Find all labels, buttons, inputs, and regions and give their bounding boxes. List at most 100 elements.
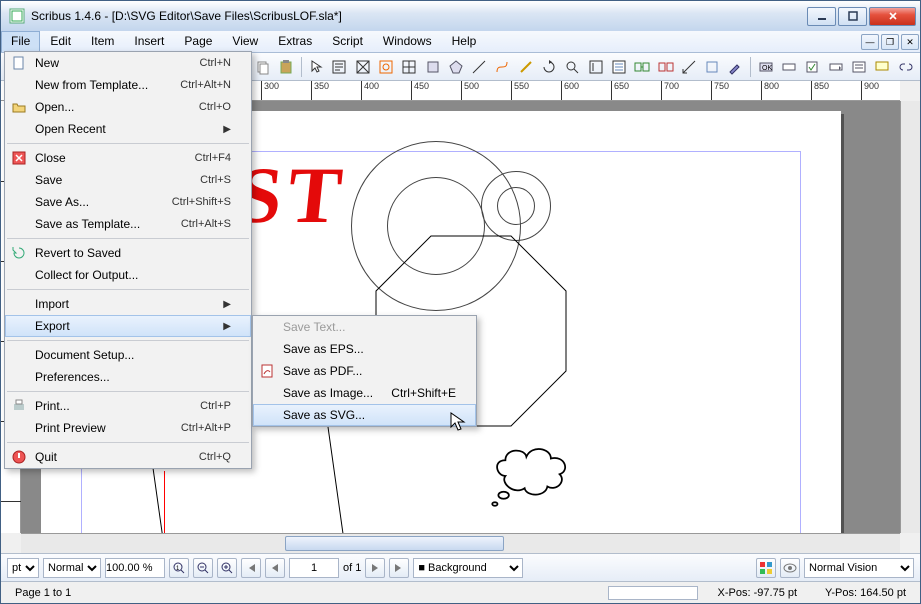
unlink-frames-icon[interactable]	[655, 56, 676, 78]
menu-item-shortcut: Ctrl+S	[200, 174, 231, 186]
paste-icon[interactable]	[275, 56, 296, 78]
ruler-tick: 650	[614, 81, 629, 91]
file-menu-item[interactable]: Save as Template...Ctrl+Alt+S	[5, 213, 251, 235]
file-menu-item[interactable]: Document Setup...	[5, 344, 251, 366]
file-menu-item[interactable]: Import▶	[5, 293, 251, 315]
menu-script[interactable]: Script	[322, 31, 373, 52]
menu-edit[interactable]: Edit	[40, 31, 81, 52]
horizontal-scrollbar[interactable]	[21, 533, 900, 553]
canvas-spiral[interactable]	[497, 187, 535, 225]
file-menu-item[interactable]: NewCtrl+N	[5, 52, 251, 74]
menu-item-label: Save as EPS...	[283, 342, 456, 356]
zoom-field[interactable]	[105, 558, 165, 578]
cms-button[interactable]	[756, 558, 776, 578]
copy-props-icon[interactable]	[702, 56, 723, 78]
bezier-icon[interactable]	[492, 56, 513, 78]
image-frame-icon[interactable]	[352, 56, 373, 78]
render-frame-icon[interactable]	[375, 56, 396, 78]
freehand-icon[interactable]	[515, 56, 536, 78]
mdi-minimize-button[interactable]: —	[861, 34, 879, 50]
minimize-button[interactable]	[807, 7, 836, 26]
menu-item-label: Print Preview	[35, 421, 181, 435]
scrollbar-thumb[interactable]	[285, 536, 505, 551]
file-menu-item[interactable]: CloseCtrl+F4	[5, 147, 251, 169]
menu-item[interactable]: Item	[81, 31, 124, 52]
pdf-textfield-icon[interactable]	[778, 56, 799, 78]
menu-item-shortcut: Ctrl+F4	[195, 152, 231, 164]
pdf-annotation-icon[interactable]	[872, 56, 893, 78]
maximize-button[interactable]	[838, 7, 867, 26]
export-menu-item[interactable]: Save as PDF...	[253, 360, 476, 382]
last-page-button[interactable]	[389, 558, 409, 578]
unit-select[interactable]: pt	[7, 558, 39, 578]
rotate-icon[interactable]	[538, 56, 559, 78]
menu-insert[interactable]: Insert	[124, 31, 174, 52]
line-icon[interactable]	[469, 56, 490, 78]
prev-page-button[interactable]	[265, 558, 285, 578]
zoom-icon[interactable]	[562, 56, 583, 78]
menu-windows[interactable]: Windows	[373, 31, 442, 52]
story-editor-icon[interactable]	[608, 56, 629, 78]
zoom-to-100-button[interactable]: 1	[169, 558, 189, 578]
pdf-listbox-icon[interactable]	[848, 56, 869, 78]
file-menu-item[interactable]: Save As...Ctrl+Shift+S	[5, 191, 251, 213]
shape-icon[interactable]	[422, 56, 443, 78]
file-menu-item[interactable]: SaveCtrl+S	[5, 169, 251, 191]
file-menu-item[interactable]: Export▶	[5, 315, 251, 337]
canvas-speech-bubble[interactable]	[481, 441, 591, 511]
file-menu-item[interactable]: Open...Ctrl+O	[5, 96, 251, 118]
mdi-close-button[interactable]: ✕	[901, 34, 919, 50]
preview-mode-select[interactable]: Normal	[43, 558, 101, 578]
pdf-icon	[259, 363, 275, 379]
file-menu-item[interactable]: Preferences...	[5, 366, 251, 388]
mdi-restore-button[interactable]: ❐	[881, 34, 899, 50]
status-ypos: Y-Pos: 164.50 pt	[817, 587, 914, 599]
export-menu-item[interactable]: Save as Image...Ctrl+Shift+E	[253, 382, 476, 404]
file-menu-item[interactable]: Collect for Output...	[5, 264, 251, 286]
first-page-button[interactable]	[241, 558, 261, 578]
eyedropper-icon[interactable]	[725, 56, 746, 78]
export-menu-item[interactable]: Save as SVG...	[253, 404, 476, 426]
ruler-tick: 350	[314, 81, 329, 91]
close-button[interactable]	[869, 7, 916, 26]
file-menu-item[interactable]: Print PreviewCtrl+Alt+P	[5, 417, 251, 439]
layer-select[interactable]: ■ Background	[413, 558, 523, 578]
polygon-icon[interactable]	[445, 56, 466, 78]
file-menu-item[interactable]: Revert to Saved	[5, 242, 251, 264]
menu-view[interactable]: View	[222, 31, 268, 52]
pdf-checkbox-icon[interactable]	[802, 56, 823, 78]
menu-item-shortcut: Ctrl+Alt+S	[181, 218, 231, 230]
menu-extras[interactable]: Extras	[268, 31, 322, 52]
status-page: Page 1 to 1	[7, 587, 79, 599]
measure-icon[interactable]	[678, 56, 699, 78]
file-menu-item[interactable]: New from Template...Ctrl+Alt+N	[5, 74, 251, 96]
pointer-icon[interactable]	[305, 56, 326, 78]
table-icon[interactable]	[399, 56, 420, 78]
file-menu-dropdown: NewCtrl+NNew from Template...Ctrl+Alt+NO…	[4, 51, 252, 469]
svg-text:OK: OK	[762, 65, 772, 72]
preview-button[interactable]	[780, 558, 800, 578]
file-menu-item[interactable]: Print...Ctrl+P	[5, 395, 251, 417]
vision-select[interactable]: Normal Vision	[804, 558, 914, 578]
pdf-combobox-icon[interactable]	[825, 56, 846, 78]
file-menu-item[interactable]: Open Recent▶	[5, 118, 251, 140]
ruler-tick: 300	[264, 81, 279, 91]
pdf-pushbutton-icon[interactable]: OK	[755, 56, 776, 78]
statusbar: Page 1 to 1 X-Pos: -97.75 pt Y-Pos: 164.…	[1, 581, 920, 603]
vertical-scrollbar[interactable]	[900, 101, 920, 533]
zoom-in-button[interactable]	[217, 558, 237, 578]
edit-contents-icon[interactable]	[585, 56, 606, 78]
page-field[interactable]	[289, 558, 339, 578]
file-menu-item[interactable]: QuitCtrl+Q	[5, 446, 251, 468]
zoom-out-button[interactable]	[193, 558, 213, 578]
next-page-button[interactable]	[365, 558, 385, 578]
menu-help[interactable]: Help	[442, 31, 487, 52]
export-menu-item[interactable]: Save as EPS...	[253, 338, 476, 360]
pdf-link-icon[interactable]	[895, 56, 916, 78]
status-xpos: X-Pos: -97.75 pt	[710, 587, 806, 599]
copy-icon[interactable]	[252, 56, 273, 78]
menu-page[interactable]: Page	[174, 31, 222, 52]
text-frame-icon[interactable]	[329, 56, 350, 78]
menu-file[interactable]: File	[1, 31, 40, 52]
link-frames-icon[interactable]	[632, 56, 653, 78]
